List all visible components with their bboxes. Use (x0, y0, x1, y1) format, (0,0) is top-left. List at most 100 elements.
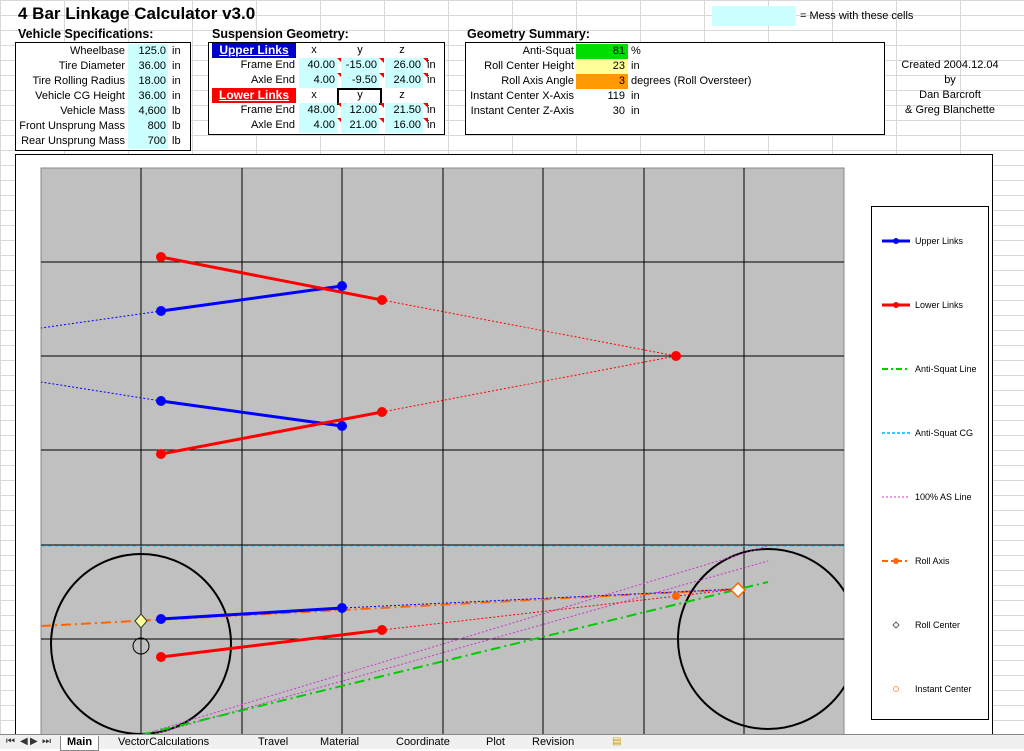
legend-label: Anti-Squat CG (915, 428, 974, 438)
summary-value: 23 (576, 59, 628, 74)
link-point-label: Frame End (240, 59, 295, 71)
spec-unit: in (172, 45, 181, 57)
chart-legend: Upper Links Lower Links Anti-Squat Line Ant… (871, 206, 989, 720)
spec-value[interactable]: 36.00 (128, 59, 168, 74)
summary-label: Instant Center Z-Axis (470, 105, 574, 117)
spec-label: Vehicle Mass (60, 105, 125, 117)
tab-nav-first-icon[interactable]: ⏮ (6, 736, 15, 747)
vehicle-specs-title: Vehicle Specifications: (18, 27, 154, 41)
spec-label: Tire Diameter (58, 60, 125, 72)
line-dot-icon (882, 302, 910, 308)
col-x-header: x (311, 44, 317, 56)
col-x-header-lower: x (311, 89, 317, 101)
comment-indicator-icon (379, 118, 384, 123)
summary-value: 3 (576, 74, 628, 89)
spec-unit: in (172, 60, 181, 72)
link-z-value[interactable]: 16.00 (385, 118, 423, 133)
link-unit: in (427, 104, 436, 116)
geometry-summary-panel: Anti-Squat 81% Roll Center Height 23 in Roll … (465, 42, 885, 135)
tab-main[interactable]: Main (60, 736, 100, 751)
spec-label: Front Unsprung Mass (19, 120, 125, 132)
insert-sheet-icon[interactable]: ▤ (612, 736, 621, 747)
upper-link-point (156, 396, 166, 406)
legend-label: 100% AS Line (915, 492, 972, 502)
tab-nav-next-icon[interactable]: ▶ (30, 736, 38, 747)
dash-dot-icon (882, 558, 910, 564)
legend-item: Anti-Squat CG (872, 426, 988, 440)
lower-link-point (156, 652, 166, 662)
upper-link-point (337, 421, 347, 431)
upper-link-point (337, 603, 347, 613)
spec-value[interactable]: 36.00 (128, 89, 168, 104)
dashed-icon (882, 432, 910, 434)
tab-nav-last-icon[interactable]: ⏭ (42, 736, 51, 747)
legend-item: Lower Links (872, 298, 988, 312)
diamond-icon (892, 621, 900, 629)
col-z-header-lower: z (399, 89, 405, 101)
spec-value[interactable]: 18.00 (128, 74, 168, 89)
sheet-tab-bar: ⏮ ◀ ▶ ⏭ Main VectorCalculations Travel Mate… (0, 734, 1024, 751)
link-y-value[interactable]: -15.00 (341, 58, 379, 73)
link-y-value[interactable]: 21.00 (341, 118, 379, 133)
geometry-summary-title: Geometry Summary: (467, 27, 590, 41)
link-z-value[interactable]: 21.50 (385, 103, 423, 118)
legend-label: Upper Links (915, 236, 964, 246)
link-point-label: Axle End (250, 74, 295, 86)
spec-value[interactable]: 4,600 (128, 104, 168, 119)
credits-by: by (944, 74, 956, 86)
input-cell-note: = Mess with these cells (800, 10, 914, 22)
summary-label: Roll Center Height (484, 60, 574, 72)
lower-link-point (156, 252, 166, 262)
link-x-value[interactable]: 40.00 (299, 58, 337, 73)
page-title: 4 Bar Linkage Calculator v3.0 (18, 4, 256, 23)
suspension-geometry-title: Suspension Geometry: (212, 27, 349, 41)
link-unit: in (427, 59, 436, 71)
roll-axis-point (672, 592, 680, 600)
summary-unit: in (631, 60, 640, 72)
spec-unit: lb (172, 135, 181, 147)
summary-label: Anti-Squat (522, 45, 574, 57)
link-unit: in (427, 119, 436, 131)
link-point-label: Axle End (250, 119, 295, 131)
upper-link-point (156, 306, 166, 316)
link-unit: in (427, 74, 436, 86)
spec-label: Tire Rolling Radius (32, 75, 125, 87)
dotted-icon (882, 496, 910, 498)
linkage-plot-svg (40, 167, 845, 735)
legend-item: Anti-Squat Line (872, 362, 988, 376)
vehicle-specs-panel: Wheelbase 125.0 in Tire Diameter 36.00 in Tire… (15, 42, 191, 151)
spec-label: Vehicle CG Height (35, 90, 125, 102)
legend-label: Roll Center (915, 620, 961, 630)
link-x-value[interactable]: 48.00 (299, 103, 337, 118)
spec-unit: lb (172, 105, 181, 117)
link-y-value[interactable]: -9.50 (341, 73, 379, 88)
tab-nav-prev-icon[interactable]: ◀ (20, 736, 28, 747)
spec-unit: in (172, 90, 181, 102)
spec-value[interactable]: 700 (128, 134, 168, 149)
comment-indicator-icon (379, 73, 384, 78)
summary-unit: % (631, 45, 641, 57)
col-z-header: z (399, 44, 405, 56)
legend-label: Lower Links (915, 300, 964, 310)
legend-item: Upper Links (872, 234, 988, 248)
legend-item: 100% AS Line (872, 490, 988, 504)
linkage-chart[interactable]: Upper Links Lower Links Anti-Squat Line Ant… (15, 154, 993, 736)
link-x-value[interactable]: 4.00 (299, 118, 337, 133)
spec-value[interactable]: 125.0 (128, 44, 168, 59)
legend-label: Anti-Squat Line (915, 364, 977, 374)
spec-value[interactable]: 800 (128, 119, 168, 134)
dash-dot-icon (882, 368, 910, 370)
summary-value: 81 (576, 44, 628, 59)
summary-unit: degrees (Roll Oversteer) (631, 75, 752, 87)
spec-label: Wheelbase (69, 45, 125, 57)
upper-link-point (156, 614, 166, 624)
link-y-value[interactable]: 12.00 (341, 103, 379, 118)
spec-unit: in (172, 75, 181, 87)
circle-icon (893, 686, 899, 692)
link-x-value[interactable]: 4.00 (299, 73, 337, 88)
comment-indicator-icon (379, 58, 384, 63)
link-z-value[interactable]: 26.00 (385, 58, 423, 73)
link-z-value[interactable]: 24.00 (385, 73, 423, 88)
suspension-geometry-panel: Upper Links x y z Frame End 40.00 -15.00 26… (208, 42, 445, 135)
credits-author-1: Dan Barcroft (919, 89, 981, 101)
